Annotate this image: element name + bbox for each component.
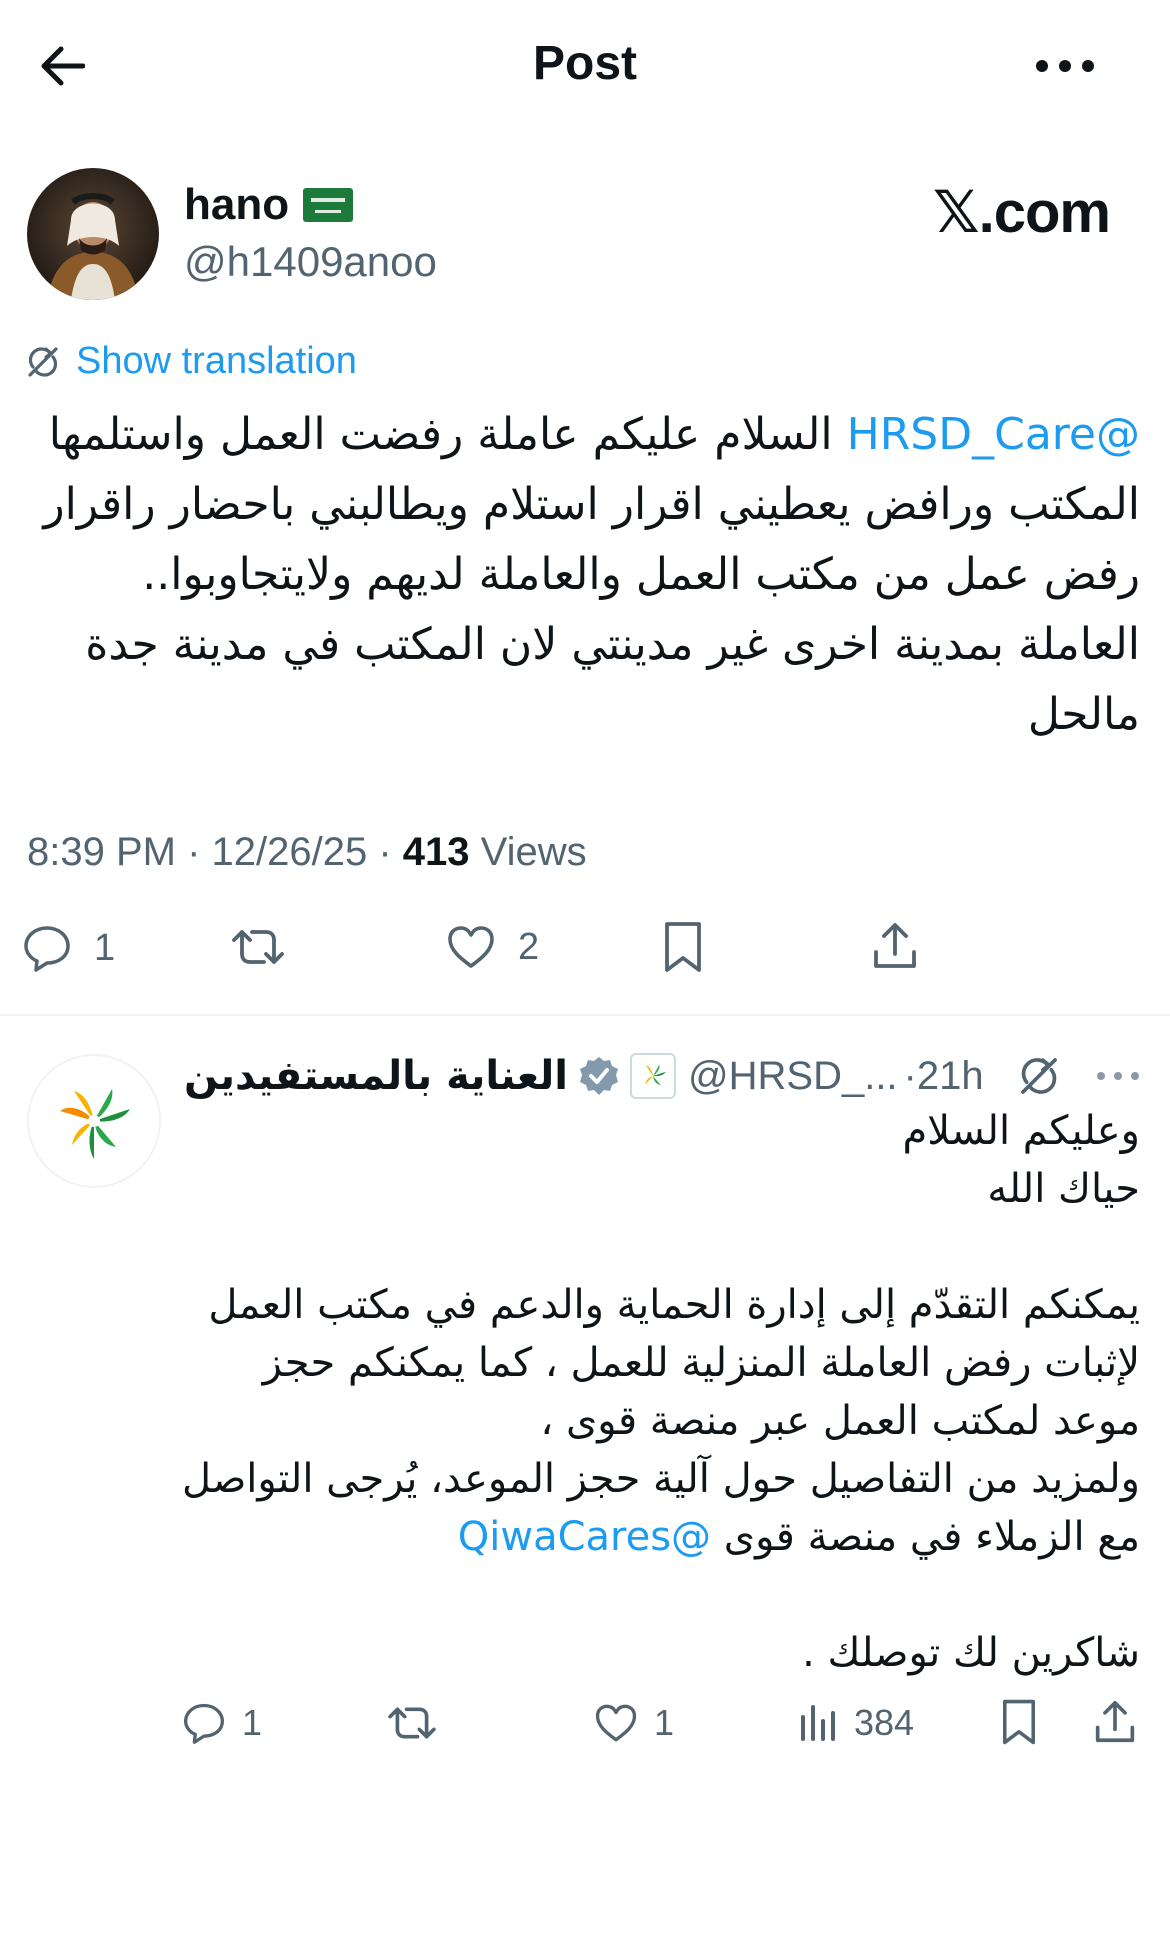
post-time[interactable]: 8:39 PM bbox=[27, 830, 176, 874]
reply-author-handle[interactable]: @HRSD_... bbox=[688, 1054, 898, 1099]
reply-like-button[interactable]: 1 bbox=[594, 1702, 674, 1744]
share-icon bbox=[1095, 1701, 1135, 1743]
reply-count: 1 bbox=[94, 926, 116, 969]
reply-header-icons bbox=[1018, 1055, 1140, 1097]
post-actions-bar: 1 2 bbox=[0, 920, 1170, 990]
top-bar: Post bbox=[0, 0, 1170, 130]
repost-icon bbox=[388, 1707, 436, 1739]
x-com-watermark: 𝕏.com bbox=[932, 180, 1111, 245]
reply-line: حياك الله bbox=[987, 1166, 1140, 1212]
more-horizontal-icon[interactable] bbox=[1096, 1070, 1140, 1082]
share-icon bbox=[874, 923, 916, 968]
translate-sync-icon[interactable] bbox=[1018, 1055, 1060, 1097]
reply-line: يمكنكم التقدّم إلى إدارة الحماية والدعم … bbox=[208, 1282, 1140, 1444]
reply-line bbox=[180, 1218, 1140, 1276]
like-button[interactable]: 2 bbox=[446, 924, 539, 970]
author-display-name[interactable]: hano bbox=[184, 180, 354, 230]
like-count: 2 bbox=[518, 925, 540, 968]
reply-bubble-icon bbox=[183, 1703, 225, 1744]
mention-link[interactable]: @HRSD_Care bbox=[847, 409, 1140, 460]
verified-badge-icon bbox=[580, 1057, 619, 1095]
repost-icon bbox=[232, 930, 284, 964]
reply-reply-count: 1 bbox=[242, 1702, 263, 1743]
divider bbox=[0, 1014, 1170, 1016]
reply-views-count: 384 bbox=[854, 1702, 915, 1743]
share-button[interactable] bbox=[872, 920, 918, 972]
reply-time-value: 21h bbox=[916, 1053, 984, 1098]
bookmark-icon bbox=[665, 922, 701, 972]
repost-button[interactable] bbox=[230, 924, 286, 970]
reply-author-avatar[interactable] bbox=[27, 1054, 161, 1188]
reply-header: العناية بالمستفيدين @HRSD_... ·21h bbox=[184, 1046, 1140, 1106]
reply-line: وعليكم السلام bbox=[902, 1108, 1140, 1154]
bookmark-icon bbox=[1003, 1699, 1035, 1745]
reply-share-button[interactable] bbox=[1094, 1698, 1136, 1746]
reply-actions-bar: 1 1 384 bbox=[0, 1696, 1170, 1756]
views-chart-icon bbox=[801, 1705, 835, 1741]
post-text: @HRSD_Care السلام عليكم عاملة رفضت العمل… bbox=[40, 400, 1140, 750]
reply-repost-button[interactable] bbox=[386, 1702, 438, 1744]
reply-closing: شاكرين لك توصلك . bbox=[802, 1630, 1140, 1676]
heart-icon bbox=[595, 1704, 637, 1742]
reply-bubble-icon bbox=[24, 926, 70, 972]
qiwa-mention-link[interactable]: @QiwaCares bbox=[458, 1514, 711, 1560]
reply-line-with-mention: ولمزيد من التفاصيل حول آلية حجز الموعد، … bbox=[180, 1450, 1140, 1566]
show-translation-label: Show translation bbox=[76, 340, 357, 382]
reply-button[interactable]: 1 bbox=[22, 924, 115, 972]
translate-sync-icon bbox=[28, 346, 58, 377]
reply-like-count: 1 bbox=[654, 1702, 675, 1743]
show-translation-button[interactable]: Show translation bbox=[26, 340, 357, 383]
more-horizontal-icon bbox=[1036, 60, 1094, 72]
reply-reply-button[interactable]: 1 bbox=[182, 1702, 262, 1744]
page-title: Post bbox=[532, 37, 637, 90]
post-date[interactable]: 12/26/25 bbox=[212, 830, 368, 874]
reply-bookmark-button[interactable] bbox=[1000, 1698, 1038, 1746]
reply-text: وعليكم السلام حياك الله يمكنكم التقدّم إ… bbox=[180, 1102, 1140, 1682]
saudi-flag-icon bbox=[303, 188, 354, 222]
more-options-button[interactable] bbox=[1030, 44, 1100, 88]
reply-blank-line bbox=[180, 1566, 1140, 1624]
views-count: 413 bbox=[402, 830, 470, 874]
reply-time[interactable]: ·21h bbox=[904, 1054, 984, 1099]
bookmark-button[interactable] bbox=[662, 920, 704, 974]
author-handle[interactable]: @h1409anoo bbox=[184, 238, 437, 286]
views-label: Views bbox=[480, 830, 587, 874]
heart-icon bbox=[448, 926, 494, 968]
author-avatar[interactable] bbox=[27, 168, 159, 300]
hrsd-logo-icon bbox=[60, 1089, 130, 1159]
affiliate-logo-icon bbox=[630, 1053, 677, 1099]
post-text-line1: السلام عليكم عاملة رفضت العمل bbox=[220, 409, 847, 460]
reply-views-button[interactable]: 384 bbox=[798, 1702, 914, 1744]
reply-author-name[interactable]: العناية بالمستفيدين bbox=[184, 1053, 568, 1099]
author-name-text: hano bbox=[184, 180, 290, 229]
post-meta: 8:39 PM · 12/26/25 · 413 Views bbox=[27, 830, 587, 874]
